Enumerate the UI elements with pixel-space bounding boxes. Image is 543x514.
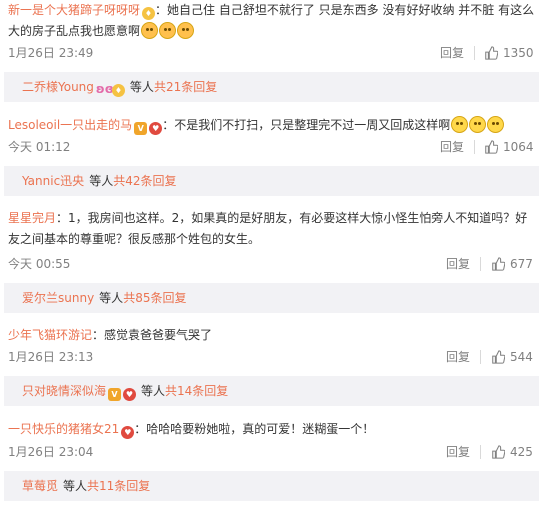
fan-badge-icon: ♥ xyxy=(149,122,163,135)
sub-reply-total[interactable]: 共14条回复 xyxy=(165,384,228,398)
like-button[interactable]: 1350 xyxy=(484,45,534,61)
like-count: 544 xyxy=(510,350,533,364)
comment-text: ：不是我们不打扫，只是整理完不过一周又回成这样啊 xyxy=(162,118,451,132)
comment-text: ：1，我房间也这样。2，如果真的是好朋友，有必要这样大惊小怪生怕旁人不知道吗？好… xyxy=(8,211,528,246)
comment-text: ：哈哈哈要粉她啦，真的可爱！迷糊蛋一个！ xyxy=(134,422,375,436)
sub-replies[interactable]: 爱尔兰sunny 等人共85条回复 xyxy=(4,283,539,313)
like-count: 1064 xyxy=(503,140,534,154)
comment-time: 今天 01:12 xyxy=(8,140,71,154)
sub-reply-total[interactable]: 共85条回复 xyxy=(123,291,186,305)
sub-reply-username[interactable]: 只对晓情深似海 xyxy=(22,384,106,398)
comment-username[interactable]: Lesoleoil一只出走的马 xyxy=(8,118,132,132)
sub-replies[interactable]: 草莓觅 等人共11条回复 xyxy=(4,471,539,501)
thumbs-up-icon xyxy=(492,445,505,459)
sub-replies[interactable]: Yannic迅央 等人共42条回复 xyxy=(4,166,539,196)
emoji-icon xyxy=(141,22,159,39)
divider xyxy=(474,46,475,60)
like-count: 425 xyxy=(510,445,533,459)
sub-reply-username[interactable]: 爱尔兰sunny xyxy=(22,291,94,305)
sub-reply-others: 等人 xyxy=(89,174,114,188)
like-count: 677 xyxy=(510,257,533,271)
sub-reply-others: 等人 xyxy=(63,479,88,493)
like-button[interactable]: 677 xyxy=(491,256,533,272)
divider xyxy=(480,445,481,459)
comment-username[interactable]: 一只快乐的猪猪女21 xyxy=(8,422,119,436)
reply-button[interactable]: 回复 xyxy=(440,139,464,155)
sub-reply-others: 等人 xyxy=(129,80,154,94)
verified-icon: V xyxy=(134,122,148,135)
thumbs-up-icon xyxy=(485,46,498,60)
comment-text: ：感觉袁爸爸要气哭了 xyxy=(92,328,213,342)
sub-replies[interactable]: 只对晓情深似海 V ♥ 等人共14条回复 xyxy=(4,376,539,406)
thumbs-up-icon xyxy=(492,257,505,271)
comment-username[interactable]: 新一是个大猪蹄子呀呀呀 xyxy=(8,3,140,17)
comment-username[interactable]: 少年飞猫环游记 xyxy=(8,328,92,342)
divider xyxy=(480,350,481,364)
fan-badge-icon: ♥ xyxy=(123,388,137,401)
sub-reply-others: 等人 xyxy=(99,291,124,305)
comment-time: 1月26日 23:13 xyxy=(8,350,94,364)
comment-username[interactable]: 星星完月 xyxy=(8,211,56,225)
like-button[interactable]: 425 xyxy=(491,444,533,460)
sub-replies[interactable]: 二乔様Young ʚɞ♦ 等人共21条回复 xyxy=(4,72,539,102)
emoji-icon xyxy=(469,116,487,133)
like-button[interactable]: 544 xyxy=(491,349,533,365)
emoji-icon xyxy=(487,116,505,133)
comment-time: 1月26日 23:49 xyxy=(8,46,94,60)
reply-button[interactable]: 回复 xyxy=(446,444,470,460)
emoji-icon xyxy=(451,116,469,133)
reply-button[interactable]: 回复 xyxy=(440,45,464,61)
reply-button[interactable]: 回复 xyxy=(446,349,470,365)
sub-reply-others: 等人 xyxy=(141,384,166,398)
reply-button[interactable]: 回复 xyxy=(446,256,470,272)
sub-reply-total[interactable]: 共21条回复 xyxy=(154,80,217,94)
like-count: 1350 xyxy=(503,46,534,60)
sub-reply-username[interactable]: 草莓觅 xyxy=(22,479,58,493)
butterfly-icon: ʚɞ xyxy=(95,82,114,96)
verified-icon: V xyxy=(108,388,122,401)
member-badge-icon: ♦ xyxy=(142,7,156,20)
emoji-icon xyxy=(159,22,177,39)
thumbs-up-icon xyxy=(485,140,498,154)
comment-time: 今天 00:55 xyxy=(8,257,71,271)
sub-reply-total[interactable]: 共11条回复 xyxy=(87,479,150,493)
divider xyxy=(474,140,475,154)
like-button[interactable]: 1064 xyxy=(484,139,534,155)
sub-reply-total[interactable]: 共42条回复 xyxy=(113,174,176,188)
comment-time: 1月26日 23:04 xyxy=(8,445,94,459)
emoji-icon xyxy=(177,22,195,39)
divider xyxy=(480,257,481,271)
thumbs-up-icon xyxy=(492,350,505,364)
medal-icon: ♦ xyxy=(111,84,125,97)
sub-reply-username[interactable]: Yannic迅央 xyxy=(22,174,84,188)
sub-reply-username[interactable]: 二乔様Young xyxy=(22,80,94,94)
fan-badge-icon: ♥ xyxy=(121,426,135,439)
